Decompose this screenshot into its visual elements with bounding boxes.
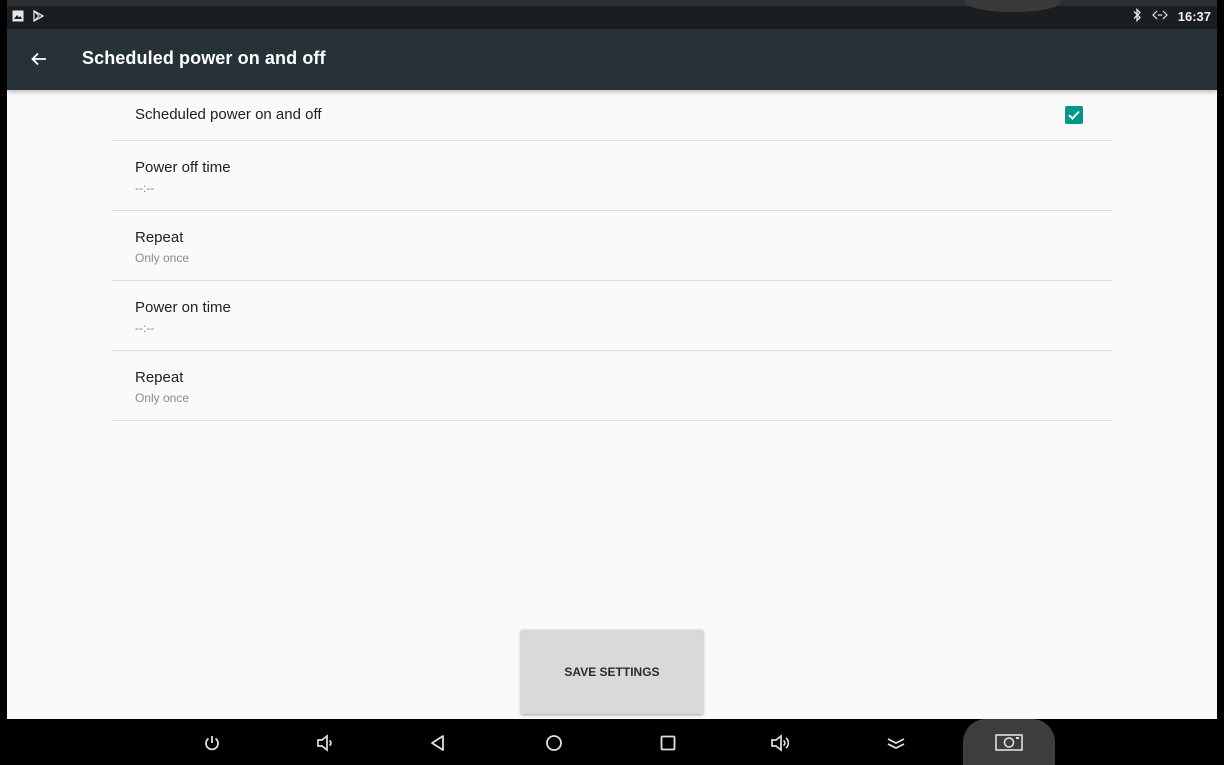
collapse-icon[interactable] [883,730,909,756]
power-off-repeat-value: Only once [135,251,190,265]
status-bar: 16:37 [7,0,1217,29]
app-window: 16:37 Scheduled power on and off Schedul… [7,0,1217,765]
system-icons: 16:37 [1132,7,1211,25]
scheduled-power-checkbox[interactable] [1065,106,1083,124]
bluetooth-icon [1132,7,1142,25]
app-bar: Scheduled power on and off [7,29,1217,90]
power-off-repeat-row[interactable]: Repeat Only once [112,211,1112,281]
power-on-time-row[interactable]: Power on time --:-- [112,281,1112,351]
power-off-repeat-label: Repeat [135,229,184,246]
navigation-bar [0,719,1224,765]
power-on-time-value: --:-- [135,321,155,335]
power-on-repeat-value: Only once [135,391,190,405]
home-icon[interactable] [541,730,567,756]
volume-down-icon[interactable] [312,730,338,756]
scheduled-power-toggle-row[interactable]: Scheduled power on and off [112,90,1112,141]
ethernet-icon [1151,9,1168,24]
back-icon[interactable] [425,730,451,756]
recents-icon[interactable] [655,730,681,756]
power-on-time-label: Power on time [135,299,231,316]
power-on-repeat-row[interactable]: Repeat Only once [112,351,1112,421]
power-off-time-label: Power off time [135,159,231,176]
power-off-time-row[interactable]: Power off time --:-- [112,141,1112,211]
arrow-left-icon[interactable] [27,47,51,71]
power-off-time-value: --:-- [135,181,155,195]
page-title: Scheduled power on and off [82,48,326,68]
play-store-notification-icon [32,9,45,27]
checkmark-icon [1068,110,1080,120]
save-settings-button[interactable]: SAVE SETTINGS [521,630,703,714]
image-notification-icon [12,9,24,27]
settings-list: Scheduled power on and off Power off tim… [112,90,1112,421]
volume-up-icon[interactable] [768,730,794,756]
toggle-label: Scheduled power on and off [135,106,322,123]
screenshot-icon [995,734,1023,751]
power-icon[interactable] [199,730,225,756]
power-on-repeat-label: Repeat [135,369,184,386]
status-clock: 16:37 [1177,9,1211,24]
screenshot-button[interactable] [963,719,1055,765]
notification-icons [12,9,45,27]
camera-notch [965,0,1061,12]
